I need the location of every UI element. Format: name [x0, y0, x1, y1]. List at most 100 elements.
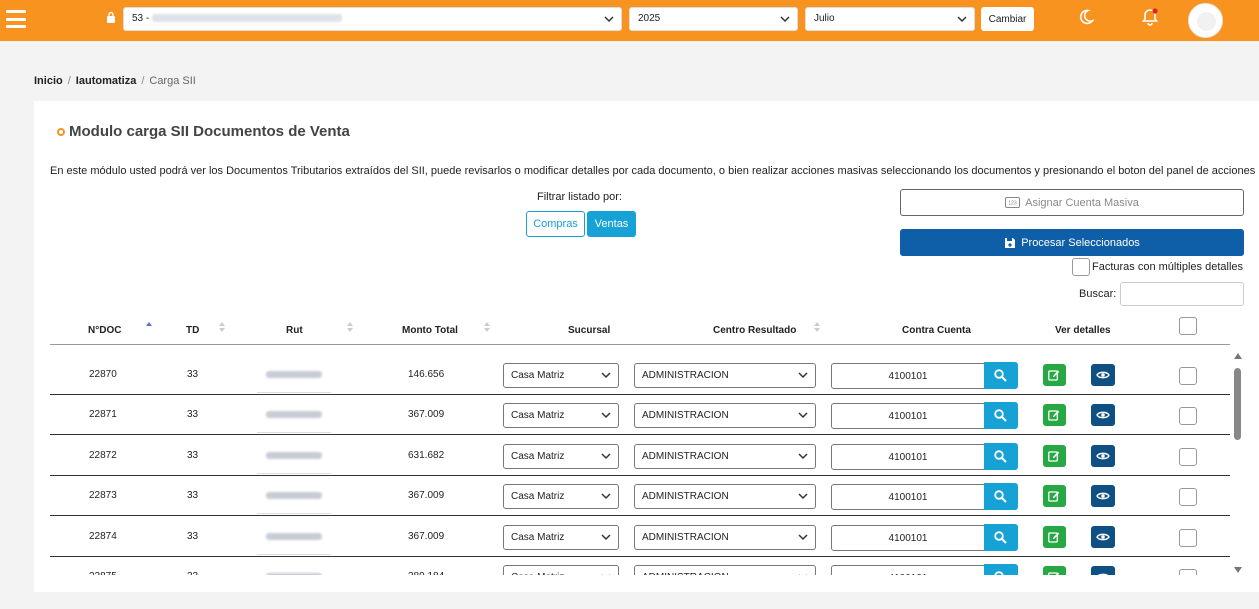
view-details-button[interactable] [1091, 485, 1115, 508]
col-rut[interactable]: Rut [286, 325, 303, 336]
col-ver: Ver detalles [1055, 325, 1111, 336]
cell-rut-redacted [266, 573, 322, 575]
view-details-button[interactable] [1091, 404, 1115, 427]
contra-cuenta-input[interactable]: 4100101 [831, 565, 985, 575]
assign-account-button[interactable]: 123 Asignar Cuenta Masiva [900, 189, 1244, 216]
company-select[interactable]: 53 - [123, 7, 622, 31]
contra-cuenta-input[interactable]: 4100101 [831, 363, 985, 389]
filter-compras-button[interactable]: Compras [526, 211, 585, 237]
chevron-down-icon [601, 534, 611, 540]
contra-cuenta-input[interactable]: 4100101 [831, 443, 985, 470]
edit-icon [1048, 572, 1060, 575]
sort-icon[interactable] [347, 321, 353, 333]
change-button[interactable]: Cambiar [981, 7, 1034, 31]
scroll-thumb[interactable] [1234, 368, 1241, 440]
svg-text:123: 123 [1008, 201, 1017, 207]
chevron-down-icon [798, 453, 808, 459]
account-search-button[interactable] [984, 483, 1018, 511]
view-details-button[interactable] [1091, 364, 1115, 386]
edit-button[interactable] [1043, 364, 1066, 386]
bell-icon[interactable] [1142, 8, 1158, 26]
account-search-button[interactable] [984, 523, 1018, 551]
centro-select[interactable]: ADMINISTRACION [634, 484, 816, 510]
breadcrumb-section[interactable]: Iautomatiza [76, 75, 137, 87]
company-prefix: 53 - [132, 13, 150, 24]
scroll-up-icon[interactable] [1234, 353, 1242, 359]
table-row: 22875 33 389.184 Casa Matriz ADMINISTRAC… [50, 557, 1230, 575]
row-select-checkbox[interactable] [1179, 367, 1197, 385]
row-select-checkbox[interactable] [1179, 488, 1197, 507]
year-select[interactable]: 2025 [629, 7, 798, 31]
sort-icon[interactable] [484, 321, 490, 333]
sucursal-select[interactable]: Casa Matriz [503, 443, 619, 469]
row-select-checkbox[interactable] [1179, 528, 1197, 547]
month-select[interactable]: Julio [805, 7, 975, 31]
sucursal-select[interactable]: Casa Matriz [503, 403, 619, 429]
menu-icon[interactable] [6, 10, 26, 28]
edit-button[interactable] [1043, 444, 1066, 467]
multi-detail-filter[interactable]: Facturas con múltiples detalles [1072, 258, 1243, 276]
account-search-button[interactable] [984, 362, 1018, 389]
keyboard-icon: 123 [1005, 197, 1021, 208]
edit-button[interactable] [1043, 525, 1066, 548]
scrollbar[interactable] [1231, 353, 1245, 573]
moon-icon[interactable] [1078, 9, 1094, 25]
centro-value: ADMINISTRACION [642, 491, 729, 503]
contra-cuenta-input[interactable]: 4100101 [831, 484, 985, 511]
account-search-button[interactable] [984, 564, 1018, 575]
row-select-checkbox[interactable] [1179, 569, 1197, 575]
chevron-down-icon [601, 493, 611, 500]
col-td[interactable]: TD [186, 325, 199, 336]
account-search-button[interactable] [984, 442, 1018, 470]
cell-monto: 367.009 [408, 409, 445, 421]
view-details-button[interactable] [1091, 444, 1115, 467]
cell-ndoc: 22873 [89, 490, 117, 502]
search-label: Buscar: [1079, 288, 1117, 300]
cell-td: 33 [187, 571, 198, 575]
view-details-button[interactable] [1091, 525, 1115, 548]
view-details-button[interactable] [1091, 566, 1115, 575]
filter-ventas-button[interactable]: Ventas [587, 211, 636, 237]
contra-cuenta-input[interactable]: 4100101 [831, 403, 985, 430]
centro-select[interactable]: ADMINISTRACION [634, 363, 816, 388]
page-title: Modulo carga SII Documentos de Venta [69, 123, 350, 140]
assign-account-label: Asignar Cuenta Masiva [1025, 196, 1139, 209]
cell-ndoc: 22874 [89, 530, 117, 542]
edit-button[interactable] [1043, 404, 1066, 427]
breadcrumb: Inicio / Iautomatiza / Carga SII [34, 75, 196, 87]
eye-icon [1098, 573, 1108, 575]
account-search-button[interactable] [984, 402, 1018, 430]
multi-detail-checkbox[interactable] [1072, 258, 1090, 276]
breadcrumb-home[interactable]: Inicio [34, 75, 63, 87]
process-selected-button[interactable]: Procesar Seleccionados [900, 229, 1244, 256]
centro-select[interactable]: ADMINISTRACION [634, 565, 816, 575]
col-monto[interactable]: Monto Total [402, 325, 458, 336]
avatar[interactable] [1188, 3, 1223, 38]
chevron-down-icon [798, 412, 808, 419]
sucursal-select[interactable]: Casa Matriz [503, 524, 619, 550]
row-select-checkbox[interactable] [1179, 407, 1197, 426]
contra-cuenta-input[interactable]: 4100101 [831, 524, 985, 551]
sort-icon[interactable] [814, 321, 820, 333]
table-row: 22870 33 146.656 Casa Matriz ADMINISTRAC… [50, 355, 1230, 395]
chevron-down-icon [601, 372, 611, 379]
sucursal-select[interactable]: Casa Matriz [503, 363, 619, 388]
col-ndoc[interactable]: N°DOC [88, 325, 121, 336]
centro-select[interactable]: ADMINISTRACION [634, 443, 816, 469]
scroll-down-icon[interactable] [1234, 567, 1242, 573]
search-icon [994, 490, 1007, 503]
page-description: En este módulo usted podrá ver los Docum… [50, 165, 1256, 177]
select-all-checkbox[interactable] [1179, 317, 1197, 335]
edit-icon [1048, 451, 1060, 462]
centro-select[interactable]: ADMINISTRACION [634, 524, 816, 550]
col-centro[interactable]: Centro Resultado [713, 325, 796, 336]
row-select-checkbox[interactable] [1179, 447, 1197, 466]
search-input[interactable] [1120, 282, 1244, 306]
sucursal-select[interactable]: Casa Matriz [503, 484, 619, 510]
sucursal-select[interactable]: Casa Matriz [503, 565, 619, 575]
sort-icon[interactable] [219, 321, 225, 333]
centro-select[interactable]: ADMINISTRACION [634, 403, 816, 429]
sort-asc-icon[interactable] [146, 321, 152, 333]
edit-button[interactable] [1043, 566, 1066, 575]
edit-button[interactable] [1043, 485, 1066, 508]
